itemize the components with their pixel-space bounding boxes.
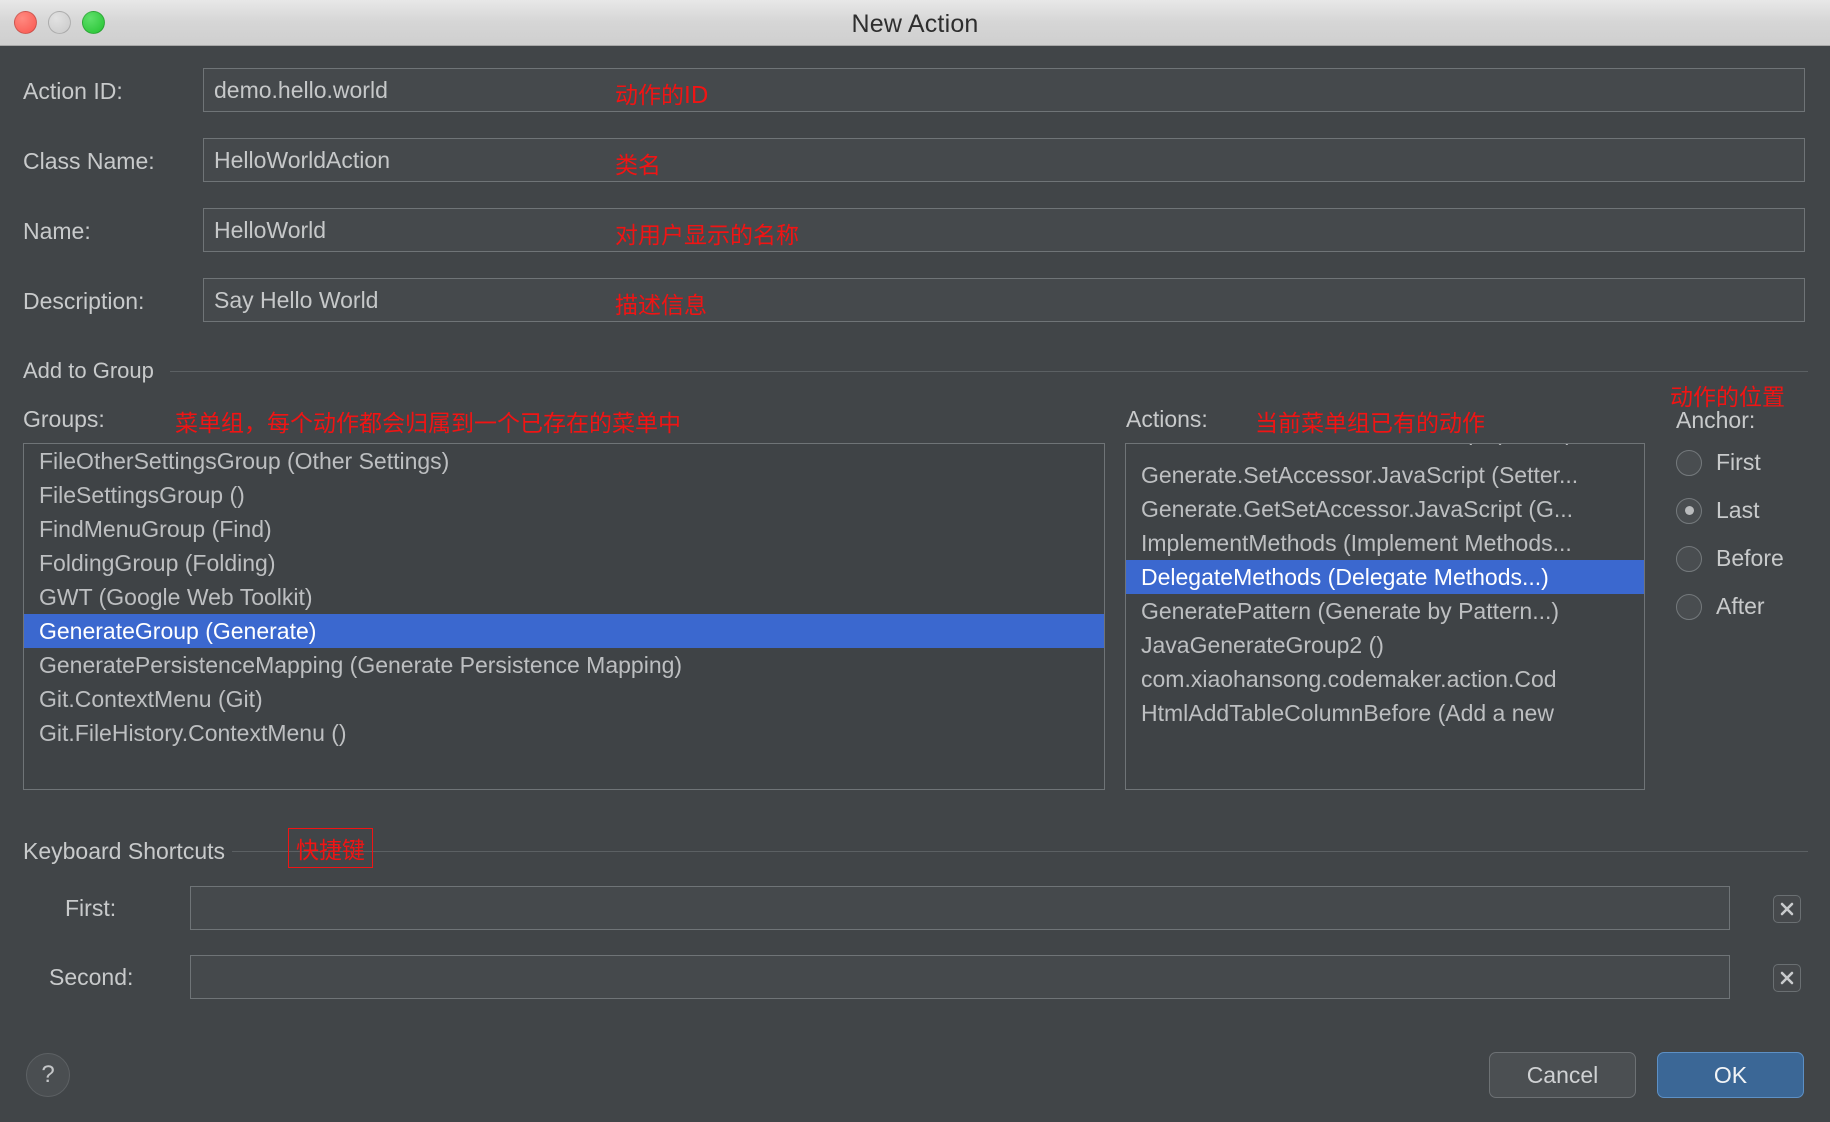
actions-list-item[interactable]: com.xiaohansong.codemaker.action.Cod	[1126, 662, 1644, 696]
description-label: Description:	[23, 288, 145, 314]
anchor-radio-first[interactable]: First	[1676, 449, 1761, 476]
class-name-input[interactable]	[203, 138, 1805, 182]
class-name-label: Class Name:	[23, 148, 155, 174]
keyboard-shortcuts-section-label: Keyboard Shortcuts	[23, 838, 226, 864]
cancel-button[interactable]: Cancel	[1489, 1052, 1636, 1098]
keyboard-shortcuts-annotation: 快捷键	[288, 828, 373, 868]
radio-dot-icon	[1684, 506, 1694, 515]
anchor-radio-after[interactable]: After	[1676, 593, 1765, 620]
actions-list[interactable]: Generate.SetAccessor.JavaScript (Setter.…	[1126, 458, 1644, 730]
radio-button-icon[interactable]	[1676, 593, 1702, 620]
keyboard-shortcuts-separator	[232, 851, 1808, 852]
shortcut-first-input[interactable]	[190, 886, 1730, 930]
action-id-label: Action ID:	[23, 78, 123, 104]
groups-listbox[interactable]: FileOtherSettingsGroup (Other Settings) F…	[23, 443, 1105, 790]
window-titlebar: New Action	[0, 0, 1830, 46]
help-question-mark-icon: ?	[41, 1061, 55, 1088]
actions-list-item[interactable]: DelegateMethods (Delegate Methods...)	[1126, 560, 1644, 594]
shortcut-second-clear-button[interactable]	[1773, 964, 1801, 992]
groups-list-item[interactable]: Git.ContextMenu (Git)	[24, 682, 1104, 716]
actions-list-item[interactable]: GeneratePattern (Generate by Pattern...)	[1126, 594, 1644, 628]
action-id-annotation: 动作的ID	[615, 83, 709, 109]
shortcut-first-clear-button[interactable]	[1773, 895, 1801, 923]
actions-label: Actions:	[1126, 406, 1208, 432]
groups-list[interactable]: FileOtherSettingsGroup (Other Settings) F…	[24, 444, 1104, 750]
groups-list-item[interactable]: GeneratePersistenceMapping (Generate Per…	[24, 648, 1104, 682]
groups-list-item[interactable]: GWT (Google Web Toolkit)	[24, 580, 1104, 614]
ok-button[interactable]: OK	[1657, 1052, 1804, 1098]
groups-annotation: 菜单组，每个动作都会归属到一个已存在的菜单中	[175, 411, 681, 437]
add-to-group-separator	[170, 371, 1808, 372]
actions-clipped-item-label: Generate.GetAccessor.JavaScript (Getter)	[1141, 444, 1573, 445]
name-input[interactable]	[203, 208, 1805, 252]
actions-list-item[interactable]: Generate.GetSetAccessor.JavaScript (G...	[1126, 492, 1644, 526]
window-title: New Action	[851, 10, 979, 38]
groups-list-item[interactable]: FileOtherSettingsGroup (Other Settings)	[24, 444, 1104, 478]
add-to-group-section-label: Add to Group	[23, 358, 154, 383]
groups-list-item[interactable]: Git.FileHistory.ContextMenu ()	[24, 716, 1104, 750]
shortcut-first-label: First:	[65, 895, 117, 921]
anchor-radio-label: After	[1716, 593, 1765, 619]
description-input[interactable]	[203, 278, 1805, 322]
name-annotation: 对用户显示的名称	[615, 223, 799, 249]
ok-button-label: OK	[1713, 1061, 1748, 1088]
groups-label: Groups:	[23, 406, 105, 432]
new-action-dialog: New Action Action ID: 动作的ID Class Name: …	[0, 0, 1830, 1122]
radio-button-icon[interactable]	[1676, 449, 1702, 476]
actions-list-item[interactable]: HtmlAddTableColumnBefore (Add a new	[1126, 696, 1644, 730]
name-label: Name:	[23, 218, 91, 244]
actions-annotation: 当前菜单组已有的动作	[1255, 411, 1485, 437]
shortcut-second-label: Second:	[49, 964, 134, 990]
anchor-radio-last[interactable]: Last	[1676, 497, 1759, 524]
groups-list-item[interactable]: GenerateGroup (Generate)	[24, 614, 1104, 648]
close-x-icon	[1780, 902, 1794, 916]
anchor-label: Anchor:	[1676, 407, 1756, 433]
anchor-radio-label: Last	[1716, 497, 1760, 523]
radio-button-icon[interactable]	[1676, 497, 1702, 524]
anchor-radio-before[interactable]: Before	[1676, 545, 1784, 572]
radio-button-icon[interactable]	[1676, 545, 1702, 572]
action-id-input[interactable]	[203, 68, 1805, 112]
groups-list-item[interactable]: FindMenuGroup (Find)	[24, 512, 1104, 546]
actions-list-item[interactable]: JavaGenerateGroup2 ()	[1126, 628, 1644, 662]
close-x-icon	[1780, 971, 1794, 985]
anchor-radio-label: Before	[1716, 545, 1784, 571]
groups-list-item[interactable]: FoldingGroup (Folding)	[24, 546, 1104, 580]
groups-list-item[interactable]: FileSettingsGroup ()	[24, 478, 1104, 512]
class-name-annotation: 类名	[615, 153, 661, 179]
actions-list-item-clipped[interactable]: Generate.GetAccessor.JavaScript (Getter)	[1126, 444, 1644, 458]
description-annotation: 描述信息	[615, 293, 707, 319]
actions-listbox[interactable]: Generate.GetAccessor.JavaScript (Getter)…	[1125, 443, 1645, 790]
actions-list-item[interactable]: Generate.SetAccessor.JavaScript (Setter.…	[1126, 458, 1644, 492]
actions-list-item[interactable]: ImplementMethods (Implement Methods...	[1126, 526, 1644, 560]
help-button[interactable]: ?	[26, 1053, 70, 1097]
anchor-radio-label: First	[1716, 449, 1761, 475]
shortcut-second-input[interactable]	[190, 955, 1730, 999]
cancel-button-label: Cancel	[1526, 1061, 1599, 1088]
